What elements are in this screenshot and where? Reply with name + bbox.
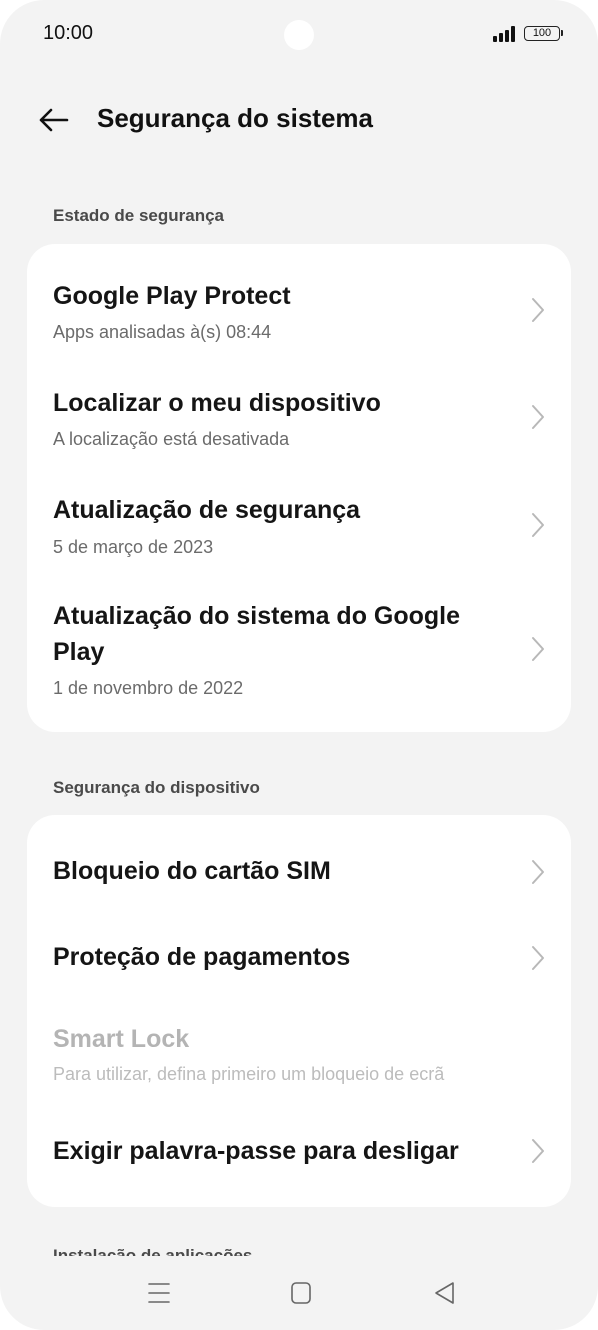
- battery-level: 100: [524, 25, 560, 41]
- list-item-google-play-protect[interactable]: Google Play Protect Apps analisadas à(s)…: [27, 244, 571, 350]
- chevron-right-icon: [532, 1139, 544, 1163]
- signal-icon: [493, 26, 515, 42]
- item-title: Localizar o meu dispositivo: [53, 389, 381, 417]
- item-subtitle: Apps analisadas à(s) 08:44: [53, 322, 272, 342]
- item-subtitle: 5 de março de 2023: [53, 537, 214, 557]
- back-arrow-icon[interactable]: [34, 100, 74, 140]
- back-triangle-icon[interactable]: [427, 1278, 463, 1308]
- item-title: Atualização do sistema do Google Play: [53, 602, 461, 666]
- item-title: Exigir palavra-passe para desligar: [53, 1137, 459, 1165]
- item-subtitle: A localização está desativada: [53, 429, 290, 449]
- chevron-right-icon: [532, 637, 544, 661]
- list-item-smart-lock: Smart Lock Para utilizar, defina primeir…: [27, 1001, 571, 1101]
- section-label-security-status: Estado de segurança: [53, 206, 225, 225]
- device-security-card: Bloqueio do cartão SIM Proteção de pagam…: [27, 815, 571, 1207]
- item-title: Atualização de segurança: [53, 496, 361, 524]
- item-title: Smart Lock: [53, 1025, 190, 1053]
- list-item-require-password-shutdown[interactable]: Exigir palavra-passe para desligar: [27, 1101, 571, 1207]
- battery-tip: [561, 30, 563, 36]
- status-bar: 10:00 100: [0, 0, 598, 70]
- status-time: 10:00: [43, 22, 94, 44]
- menu-icon[interactable]: [141, 1278, 177, 1308]
- chevron-right-icon: [532, 860, 544, 884]
- list-item-security-update[interactable]: Atualização de segurança 5 de março de 2…: [27, 458, 571, 566]
- list-item-find-my-device[interactable]: Localizar o meu dispositivo A localizaçã…: [27, 350, 571, 458]
- chevron-right-icon: [532, 513, 544, 537]
- list-item-payment-protection[interactable]: Proteção de pagamentos: [27, 915, 571, 1001]
- item-title: Proteção de pagamentos: [53, 943, 351, 971]
- section-label-device-security: Segurança do dispositivo: [53, 778, 260, 797]
- battery-icon: 100: [524, 25, 563, 41]
- chevron-right-icon: [532, 946, 544, 970]
- item-title: Bloqueio do cartão SIM: [53, 857, 331, 885]
- camera-cutout: [284, 20, 314, 50]
- navigation-bar: [0, 1262, 598, 1330]
- app-header: Segurança do sistema: [0, 96, 598, 142]
- section-label-text: Instalação de aplicações: [53, 1246, 253, 1256]
- list-item-sim-lock[interactable]: Bloqueio do cartão SIM: [27, 815, 571, 915]
- list-item-google-play-system-update[interactable]: Atualização do sistema do Google Play 1 …: [27, 566, 571, 732]
- item-title: Google Play Protect: [53, 282, 291, 310]
- chevron-right-icon: [532, 298, 544, 322]
- item-subtitle: Para utilizar, defina primeiro um bloque…: [53, 1064, 445, 1084]
- page-title: Segurança do sistema: [97, 103, 373, 133]
- item-subtitle: 1 de novembro de 2022: [53, 678, 244, 698]
- section-label-app-installation: Instalação de aplicações: [53, 1244, 252, 1256]
- home-square-icon[interactable]: [283, 1278, 319, 1308]
- chevron-right-icon: [532, 405, 544, 429]
- security-status-card: Google Play Protect Apps analisadas à(s)…: [27, 244, 571, 732]
- phone-screen: 10:00 100 Segurança do sistema Estado de…: [0, 0, 598, 1330]
